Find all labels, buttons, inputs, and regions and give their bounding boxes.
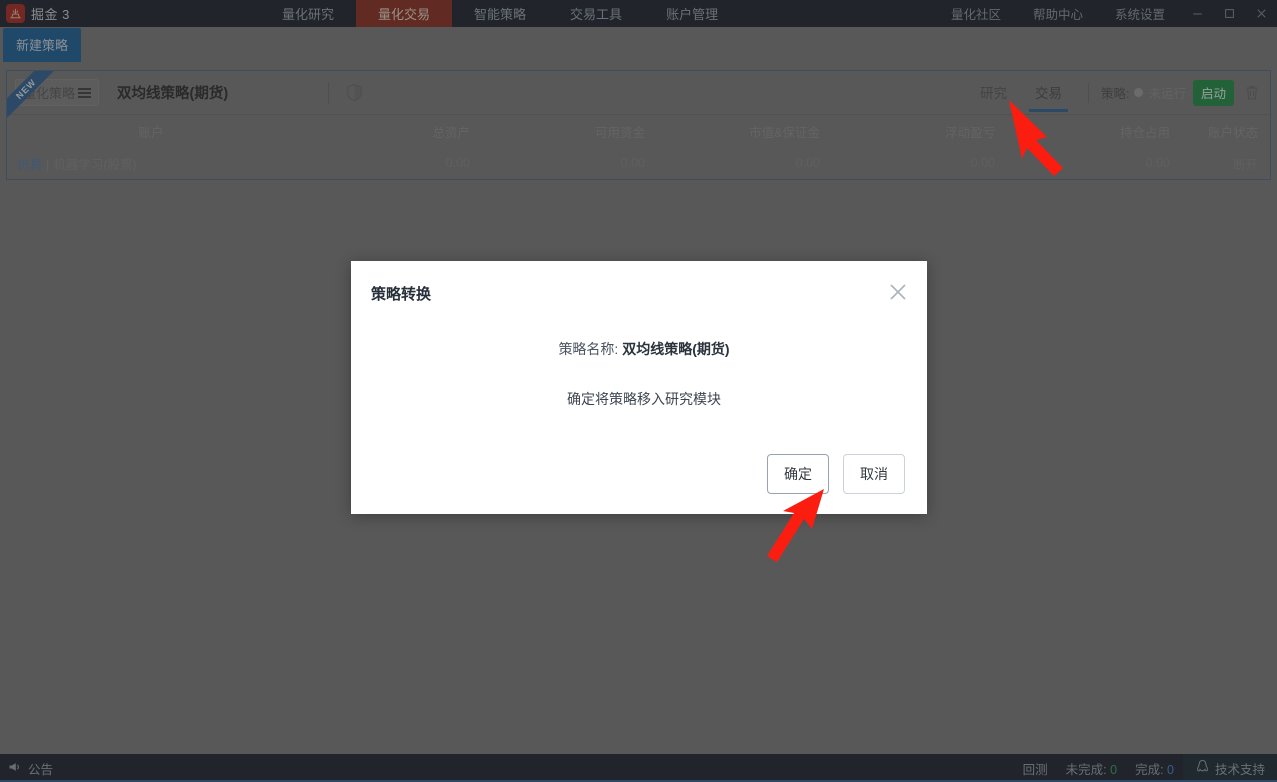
strategy-name-line: 策略名称: 双均线策略(期货)	[351, 339, 927, 359]
close-icon[interactable]	[887, 281, 909, 303]
cancel-button[interactable]: 取消	[843, 454, 905, 494]
confirm-button[interactable]: 确定	[767, 454, 829, 494]
strategy-convert-dialog: 策略转换 策略名称: 双均线策略(期货) 确定将策略移入研究模块 确定 取消	[351, 261, 927, 514]
dialog-footer: 确定 取消	[767, 454, 905, 494]
dialog-title: 策略转换	[371, 286, 432, 303]
strategy-name-label: 策略名称:	[558, 341, 619, 357]
strategy-name-value: 双均线策略(期货)	[622, 341, 730, 357]
dialog-body: 策略名称: 双均线策略(期货) 确定将策略移入研究模块	[351, 339, 927, 409]
confirm-message: 确定将策略移入研究模块	[567, 391, 721, 407]
